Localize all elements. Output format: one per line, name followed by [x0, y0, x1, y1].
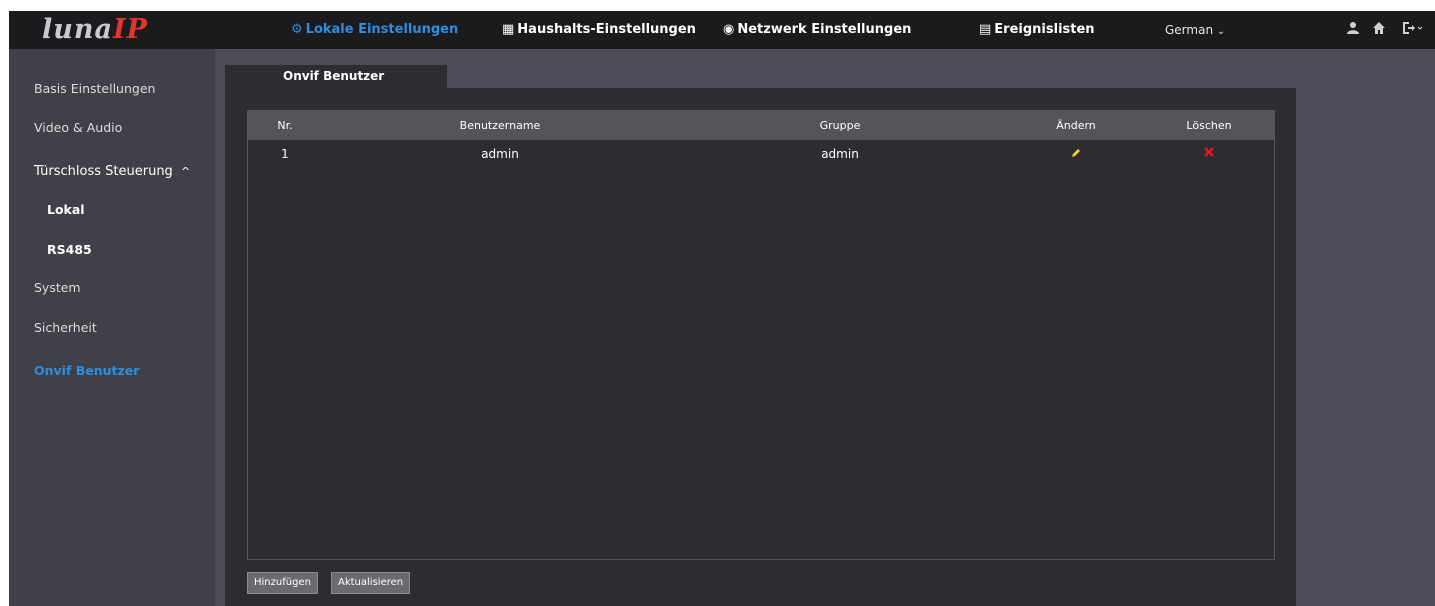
logo-text-luna: luna: [42, 14, 114, 45]
right-background: [1296, 49, 1435, 606]
gear-icon: ⚙: [291, 22, 303, 37]
users-table: Nr. Benutzername Gruppe Ändern Löschen 1…: [247, 110, 1275, 560]
column-header-aendern: Ändern: [1056, 119, 1096, 132]
home-icon[interactable]: [1370, 21, 1388, 39]
nav-label: Haushalts-Einstellungen: [517, 22, 696, 37]
sidebar-item-system[interactable]: System: [34, 277, 81, 299]
top-navigation-bar: lunaIP ⚙ Lokale Einstellungen ▦ Haushalts-…: [9, 11, 1435, 49]
app-window: lunaIP ⚙ Lokale Einstellungen ▦ Haushalts-…: [9, 11, 1435, 606]
language-select[interactable]: German ⌄: [1165, 11, 1225, 49]
nav-lokale-einstellungen[interactable]: ⚙ Lokale Einstellungen: [291, 11, 458, 49]
add-button[interactable]: Hinzufügen: [247, 572, 318, 594]
delete-icon[interactable]: [1203, 146, 1217, 160]
sidebar-item-label: Türschloss Steuerung: [34, 164, 173, 179]
sidebar-item-basis-einstellungen[interactable]: Basis Einstellungen: [34, 78, 155, 100]
sidebar-item-sicherheit[interactable]: Sicherheit: [34, 317, 97, 339]
sidebar-item-tuerschloss-steuerung[interactable]: Türschloss Steuerung ^: [34, 161, 204, 183]
user-icon[interactable]: [1344, 21, 1362, 39]
table-header: Nr. Benutzername Gruppe Ändern Löschen: [248, 111, 1274, 140]
nav-ereignislisten[interactable]: ▤ Ereignislisten: [979, 11, 1095, 49]
cell-username: admin: [481, 147, 519, 161]
brand-logo: lunaIP: [42, 15, 148, 45]
logout-icon[interactable]: [1397, 21, 1427, 39]
nav-label: Lokale Einstellungen: [305, 22, 459, 37]
sidebar-item-video-audio[interactable]: Video & Audio: [34, 117, 122, 139]
column-header-loeschen: Löschen: [1186, 119, 1232, 132]
nav-netzwerk-einstellungen[interactable]: ◉ Netzwerk Einstellungen: [723, 11, 911, 49]
list-icon: ▤: [979, 22, 992, 37]
refresh-button[interactable]: Aktualisieren: [331, 572, 411, 594]
building-icon: ▦: [502, 22, 515, 37]
sidebar-item-onvif-benutzer[interactable]: Onvif Benutzer: [34, 360, 139, 382]
language-label: German: [1165, 23, 1214, 37]
tab-onvif-benutzer[interactable]: Onvif Benutzer: [225, 65, 447, 88]
chevron-up-icon: ^: [181, 165, 191, 178]
column-header-nr: Nr.: [277, 119, 293, 132]
logo-text-ip: IP: [113, 14, 148, 45]
column-header-benutzername: Benutzername: [459, 119, 541, 132]
column-header-gruppe: Gruppe: [819, 119, 861, 132]
globe-icon: ◉: [723, 22, 735, 37]
nav-haushalts-einstellungen[interactable]: ▦ Haushalts-Einstellungen: [502, 11, 696, 49]
chevron-down-icon: ⌄: [1216, 26, 1226, 37]
cell-group: admin: [821, 147, 859, 161]
sidebar: Basis Einstellungen Video & Audio Türsch…: [9, 49, 215, 606]
sidebar-item-rs485[interactable]: RS485: [47, 239, 92, 261]
sidebar-item-lokal[interactable]: Lokal: [47, 199, 85, 221]
pencil-icon[interactable]: [1070, 147, 1082, 159]
nav-label: Netzwerk Einstellungen: [737, 22, 912, 37]
nav-label: Ereignislisten: [994, 22, 1095, 37]
cell-nr: 1: [281, 147, 289, 161]
